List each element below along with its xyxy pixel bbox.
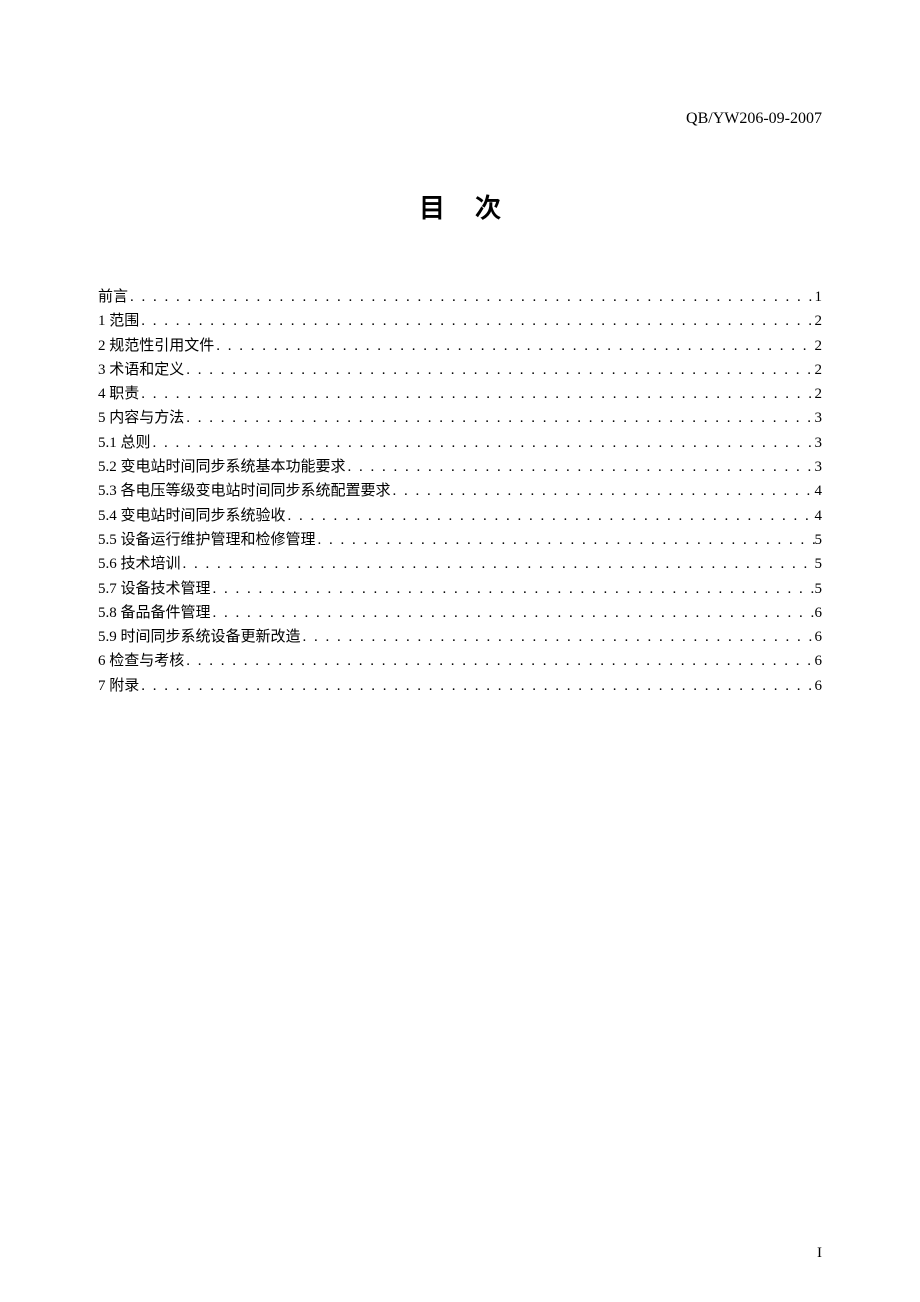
toc-dots: [184, 406, 814, 430]
toc-label: 5 内容与方法: [98, 406, 184, 430]
toc-page: 3: [815, 406, 823, 430]
toc-label: 5.5 设备运行维护管理和检修管理: [98, 528, 316, 552]
toc-label: 5.4 变电站时间同步系统验收: [98, 504, 286, 528]
toc-entry: 5.5 设备运行维护管理和检修管理 5: [98, 528, 822, 552]
toc-label: 6 检查与考核: [98, 649, 184, 673]
toc-entry: 5.1 总则 3: [98, 431, 822, 455]
toc-page: 4: [815, 504, 823, 528]
document-page: QB/YW206-09-2007 目次 前言 1 1 范围 2 2 规范性引用文…: [0, 0, 920, 1302]
toc-label: 5.1 总则: [98, 431, 151, 455]
toc-dots: [211, 577, 815, 601]
page-number: I: [817, 1245, 822, 1262]
toc-page: 5: [815, 577, 823, 601]
toc-dots: [139, 382, 814, 406]
toc-dots: [346, 455, 815, 479]
toc-page: 6: [815, 625, 823, 649]
toc-label: 7 附录: [98, 674, 139, 698]
toc-dots: [211, 601, 815, 625]
toc-label: 5.2 变电站时间同步系统基本功能要求: [98, 455, 346, 479]
toc-entry: 6 检查与考核 6: [98, 649, 822, 673]
toc-entry: 5.9 时间同步系统设备更新改造 6: [98, 625, 822, 649]
document-code: QB/YW206-09-2007: [98, 110, 822, 128]
toc-label: 1 范围: [98, 309, 139, 333]
toc-page: 3: [815, 455, 823, 479]
toc-page: 3: [815, 431, 823, 455]
toc-dots: [184, 358, 814, 382]
toc-entry: 5.4 变电站时间同步系统验收 4: [98, 504, 822, 528]
toc-label: 5.9 时间同步系统设备更新改造: [98, 625, 301, 649]
toc-page: 2: [815, 358, 823, 382]
toc-entry: 5.7 设备技术管理 5: [98, 577, 822, 601]
toc-dots: [301, 625, 815, 649]
toc-label: 3 术语和定义: [98, 358, 184, 382]
toc-page: 1: [815, 285, 823, 309]
toc-entry: 5.2 变电站时间同步系统基本功能要求 3: [98, 455, 822, 479]
toc-entry: 5 内容与方法 3: [98, 406, 822, 430]
toc-entry: 5.6 技术培训 5: [98, 552, 822, 576]
toc-entry: 4 职责 2: [98, 382, 822, 406]
page-title: 目次: [98, 188, 822, 225]
toc-entry: 2 规范性引用文件 2: [98, 334, 822, 358]
toc-dots: [128, 285, 814, 309]
toc-entry: 前言 1: [98, 285, 822, 309]
toc-page: 6: [815, 674, 823, 698]
toc-page: 2: [815, 334, 823, 358]
toc-page: 4: [815, 479, 823, 503]
toc-label: 5.8 备品备件管理: [98, 601, 211, 625]
toc-label: 5.7 设备技术管理: [98, 577, 211, 601]
toc-dots: [184, 649, 814, 673]
toc-label: 2 规范性引用文件: [98, 334, 214, 358]
toc-page: 2: [815, 382, 823, 406]
toc-entry: 5.8 备品备件管理 6: [98, 601, 822, 625]
toc-entry: 3 术语和定义 2: [98, 358, 822, 382]
table-of-contents: 前言 1 1 范围 2 2 规范性引用文件 2 3 术语和定义 2 4 职责 2…: [98, 285, 822, 698]
toc-dots: [139, 674, 814, 698]
toc-dots: [391, 479, 815, 503]
toc-label: 5.6 技术培训: [98, 552, 181, 576]
toc-page: 5: [815, 528, 823, 552]
toc-entry: 5.3 各电压等级变电站时间同步系统配置要求 4: [98, 479, 822, 503]
toc-label: 5.3 各电压等级变电站时间同步系统配置要求: [98, 479, 391, 503]
toc-entry: 1 范围 2: [98, 309, 822, 333]
toc-label: 4 职责: [98, 382, 139, 406]
toc-dots: [139, 309, 814, 333]
toc-page: 6: [815, 649, 823, 673]
toc-label: 前言: [98, 285, 128, 309]
toc-dots: [316, 528, 815, 552]
toc-page: 2: [815, 309, 823, 333]
toc-dots: [214, 334, 814, 358]
toc-dots: [151, 431, 815, 455]
toc-dots: [286, 504, 815, 528]
toc-dots: [181, 552, 815, 576]
toc-page: 6: [815, 601, 823, 625]
toc-page: 5: [815, 552, 823, 576]
toc-entry: 7 附录 6: [98, 674, 822, 698]
